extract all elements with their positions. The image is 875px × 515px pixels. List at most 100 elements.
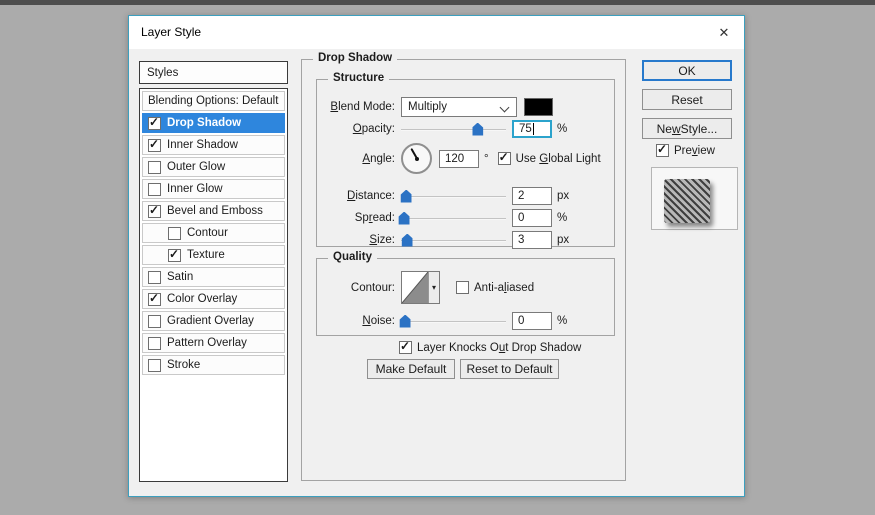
- sidebar-item-label: Contour: [187, 227, 228, 239]
- reset-button[interactable]: Reset: [642, 89, 732, 110]
- size-row: Size: 3 px: [317, 230, 569, 250]
- top-edge-strip: [0, 0, 875, 5]
- angle-row: Angle: 120 ° Use Global Light: [317, 142, 601, 175]
- sidebar-item-inner-shadow[interactable]: Inner Shadow: [142, 135, 285, 155]
- distance-slider-track[interactable]: [401, 195, 506, 198]
- panel-title: Drop Shadow: [313, 52, 398, 64]
- spread-slider[interactable]: [398, 211, 506, 226]
- style-enable-checkbox[interactable]: [148, 160, 161, 174]
- sidebar-item-stroke[interactable]: Stroke: [142, 355, 285, 375]
- blend-mode-row: Blend Mode: Multiply: [317, 97, 553, 117]
- sidebar-item-inner-glow[interactable]: Inner Glow: [142, 179, 285, 199]
- dialog-title: Layer Style: [141, 25, 202, 39]
- opacity-slider[interactable]: [401, 122, 506, 137]
- new-style-button[interactable]: Ne w Style...: [642, 118, 732, 139]
- contour-linear-icon: [401, 271, 429, 304]
- sidebar-item-bevel-and-emboss[interactable]: Bevel and Emboss: [142, 201, 285, 221]
- sidebar-item-contour[interactable]: Contour: [142, 223, 285, 243]
- distance-slider-thumb[interactable]: [400, 189, 412, 203]
- noise-row: Noise: 0 %: [317, 311, 567, 331]
- sidebar-item-blending-options-default[interactable]: Blending Options: Default: [142, 91, 285, 111]
- noise-unit: %: [557, 315, 568, 327]
- preview-style-thumbnail: [664, 179, 710, 223]
- contour-dropdown-arrow[interactable]: ▾: [428, 272, 439, 303]
- layer-style-dialog: Layer Style ✕ Styles Blending Options: D…: [128, 15, 745, 497]
- contour-picker[interactable]: ▾: [401, 271, 440, 304]
- size-slider[interactable]: [401, 233, 506, 248]
- preview-panel: [651, 167, 738, 230]
- noise-input[interactable]: 0: [512, 312, 552, 330]
- use-global-light-checkbox[interactable]: [497, 150, 511, 165]
- size-slider-thumb[interactable]: [401, 233, 413, 247]
- spread-row: Spread: 0 %: [317, 208, 567, 228]
- style-enable-checkbox[interactable]: [148, 137, 161, 152]
- sidebar-item-outer-glow[interactable]: Outer Glow: [142, 157, 285, 177]
- ok-button[interactable]: OK: [642, 60, 732, 81]
- blend-mode-value: Multiply: [408, 101, 447, 113]
- text-caret: [532, 123, 534, 135]
- preview-checkbox[interactable]: [656, 142, 669, 157]
- sidebar-item-drop-shadow[interactable]: Drop Shadow: [142, 113, 285, 133]
- blend-mode-label: Blend Mode:: [330, 101, 395, 113]
- size-slider-track[interactable]: [401, 239, 506, 242]
- noise-slider-track[interactable]: [401, 320, 506, 323]
- preview-label: Preview: [674, 144, 715, 157]
- use-global-light-label: Use Global Light: [515, 152, 601, 165]
- style-enable-checkbox[interactable]: [148, 270, 161, 284]
- sidebar-item-gradient-overlay[interactable]: Gradient Overlay: [142, 311, 285, 331]
- make-default-button[interactable]: Make Default: [367, 359, 455, 379]
- sidebar-item-satin[interactable]: Satin: [142, 267, 285, 287]
- style-enable-checkbox[interactable]: [148, 182, 161, 196]
- sidebar-item-color-overlay[interactable]: Color Overlay: [142, 289, 285, 309]
- sidebar-item-label: Bevel and Emboss: [167, 205, 263, 217]
- sidebar-item-texture[interactable]: Texture: [142, 245, 285, 265]
- opacity-slider-thumb[interactable]: [472, 122, 484, 136]
- style-enable-checkbox[interactable]: [148, 115, 161, 130]
- style-enable-checkbox[interactable]: [148, 314, 161, 328]
- sidebar-item-label: Outer Glow: [167, 161, 226, 173]
- contour-thumbnail[interactable]: [401, 271, 429, 304]
- sidebar-item-label: Texture: [187, 249, 225, 261]
- sidebar-item-label: Blending Options: Default: [148, 95, 279, 107]
- layer-knockout-checkbox[interactable]: [399, 339, 412, 354]
- style-enable-checkbox[interactable]: [148, 291, 161, 306]
- angle-input[interactable]: 120: [439, 149, 479, 168]
- noise-slider-thumb[interactable]: [399, 314, 411, 328]
- sidebar-item-pattern-overlay[interactable]: Pattern Overlay: [142, 333, 285, 353]
- shadow-color-swatch[interactable]: [524, 98, 553, 116]
- distance-row: Distance: 2 px: [317, 186, 569, 206]
- layer-knockout-label: Layer Knocks Out Drop Shadow: [417, 341, 582, 354]
- angle-unit: °: [484, 152, 489, 165]
- anti-aliased-checkbox[interactable]: [456, 281, 469, 294]
- noise-slider[interactable]: [399, 314, 506, 329]
- distance-slider[interactable]: [400, 189, 506, 204]
- angle-dial[interactable]: [401, 143, 432, 174]
- spread-input[interactable]: 0: [512, 209, 552, 227]
- opacity-slider-track[interactable]: [401, 128, 506, 131]
- sidebar-item-label: Drop Shadow: [167, 117, 242, 129]
- opacity-row: Opacity: 75 %: [317, 119, 567, 139]
- distance-input[interactable]: 2: [512, 187, 552, 205]
- angle-dial-hub: [414, 156, 419, 161]
- style-enable-checkbox[interactable]: [168, 247, 181, 262]
- sidebar-item-label: Pattern Overlay: [167, 337, 247, 349]
- spread-unit: %: [557, 212, 568, 224]
- spread-slider-track[interactable]: [401, 217, 506, 220]
- contour-label: Contour:: [350, 281, 395, 294]
- style-enable-checkbox[interactable]: [148, 358, 161, 372]
- style-enable-checkbox[interactable]: [148, 203, 161, 218]
- sidebar-item-label: Satin: [167, 271, 194, 283]
- style-enable-checkbox[interactable]: [168, 226, 181, 240]
- size-input[interactable]: 3: [512, 231, 552, 249]
- sidebar-item-label: Inner Shadow: [167, 139, 238, 151]
- anti-aliased-label: Anti-aliased: [474, 281, 535, 294]
- reset-to-default-button[interactable]: Reset to Default: [460, 359, 559, 379]
- blend-mode-dropdown[interactable]: Multiply: [401, 97, 517, 117]
- style-enable-checkbox[interactable]: [148, 336, 161, 350]
- quality-group-title: Quality: [328, 251, 377, 263]
- opacity-input[interactable]: 75: [512, 120, 552, 138]
- spread-slider-thumb[interactable]: [398, 211, 410, 225]
- spread-label: Spread:: [354, 212, 395, 224]
- chevron-down-icon: [499, 102, 510, 113]
- close-icon[interactable]: ✕: [714, 23, 734, 43]
